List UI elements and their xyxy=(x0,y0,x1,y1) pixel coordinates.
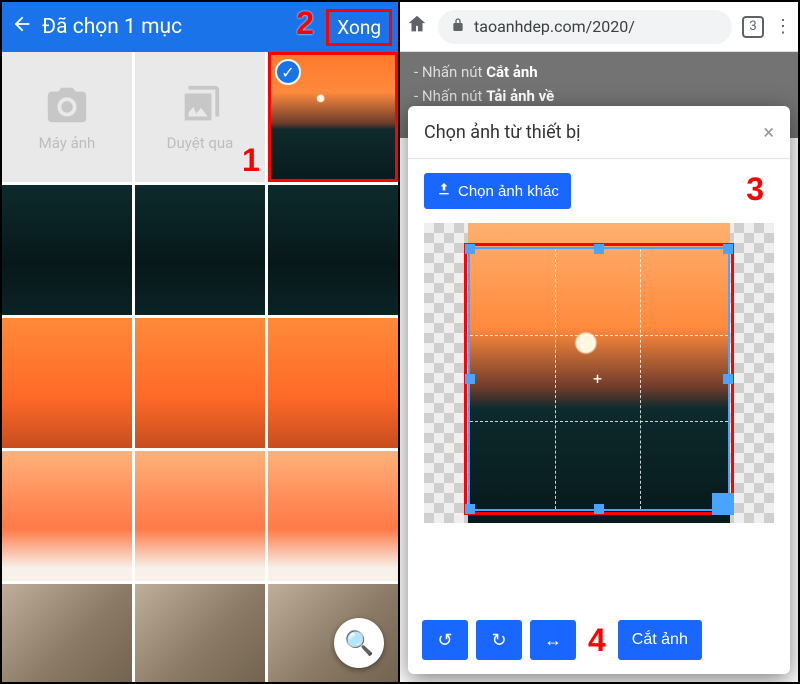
photo-thumb-selected[interactable]: ✓ xyxy=(268,52,398,182)
crop-handle[interactable] xyxy=(465,504,475,514)
bg-line: - Nhấn nút Cắt ảnh xyxy=(414,60,784,84)
crop-handle[interactable] xyxy=(465,374,475,384)
rotate-right-icon: ↻ xyxy=(491,630,506,651)
browse-label: Duyệt qua xyxy=(167,134,234,152)
lock-icon xyxy=(450,17,466,37)
magnifier-icon: 🔍 xyxy=(344,629,374,657)
photo-thumb[interactable] xyxy=(2,185,132,315)
menu-icon[interactable]: ⋮ xyxy=(774,16,792,37)
photo-thumb[interactable] xyxy=(135,185,265,315)
choose-other-label: Chọn ảnh khác xyxy=(458,183,559,200)
picker-header: Đã chọn 1 mục Xong xyxy=(2,2,398,52)
photo-grid: Máy ảnh Duyệt qua ✓ xyxy=(2,52,398,682)
back-icon[interactable] xyxy=(8,13,36,41)
crop-handle[interactable] xyxy=(723,374,733,384)
photo-thumb[interactable] xyxy=(135,318,265,448)
tab-count[interactable]: 3 xyxy=(742,16,764,38)
zoom-button[interactable]: 🔍 xyxy=(334,618,384,668)
done-button[interactable]: Xong xyxy=(326,9,392,46)
crop-handle[interactable] xyxy=(594,244,604,254)
modal-footer: ↺ ↻ ↔ 4 Cắt ảnh xyxy=(408,610,790,674)
annotation-step-4: 4 xyxy=(588,622,606,659)
flip-button[interactable]: ↔ xyxy=(530,620,576,660)
address-bar[interactable]: taoanhdep.com/2020/ xyxy=(438,10,732,44)
rotate-left-icon: ↺ xyxy=(437,630,452,651)
modal-title: Chọn ảnh từ thiết bị xyxy=(424,122,580,143)
crop-center-icon: + xyxy=(593,369,602,388)
camera-option[interactable]: Máy ảnh xyxy=(2,52,132,182)
modal-body: Chọn ảnh khác 3 xyxy=(408,159,790,610)
image-picker-screen: Đã chọn 1 mục Xong 2 Máy ảnh Duyệt qua ✓… xyxy=(2,2,400,682)
photo-thumb[interactable] xyxy=(135,584,265,682)
upload-icon xyxy=(436,181,452,201)
crop-handle[interactable] xyxy=(594,504,604,514)
bg-line: - Nhấn nút Tải ảnh về xyxy=(414,84,784,108)
photo-thumb[interactable] xyxy=(2,318,132,448)
rotate-right-button[interactable]: ↻ xyxy=(476,620,522,660)
crop-stage[interactable]: + xyxy=(424,223,774,523)
rotate-left-button[interactable]: ↺ xyxy=(422,620,468,660)
camera-label: Máy ảnh xyxy=(39,134,96,152)
annotation-step-3: 3 xyxy=(746,171,764,208)
photo-thumb[interactable] xyxy=(268,318,398,448)
browser-screen: taoanhdep.com/2020/ 3 ⋮ - Nhấn nút Cắt ả… xyxy=(400,2,798,682)
crop-handle[interactable] xyxy=(465,244,475,254)
modal-header: Chọn ảnh từ thiết bị × xyxy=(408,106,790,159)
crop-handle[interactable] xyxy=(712,493,734,515)
photo-thumb[interactable] xyxy=(135,451,265,581)
photo-thumb[interactable] xyxy=(268,185,398,315)
home-icon[interactable] xyxy=(406,13,428,40)
crop-selection[interactable]: + xyxy=(468,247,730,511)
photo-thumb[interactable] xyxy=(268,451,398,581)
browser-toolbar: taoanhdep.com/2020/ 3 ⋮ xyxy=(400,2,798,52)
flip-icon: ↔ xyxy=(544,630,562,651)
close-icon[interactable]: × xyxy=(763,120,774,144)
photo-thumb[interactable] xyxy=(2,451,132,581)
camera-icon xyxy=(44,82,90,128)
crop-button[interactable]: Cắt ảnh xyxy=(618,620,702,660)
browse-option[interactable]: Duyệt qua xyxy=(135,52,265,182)
crop-handle[interactable] xyxy=(723,244,733,254)
selected-check-icon: ✓ xyxy=(275,59,301,85)
gallery-icon xyxy=(177,82,223,128)
photo-thumb[interactable] xyxy=(2,584,132,682)
picker-title: Đã chọn 1 mục xyxy=(36,15,326,39)
choose-other-image-button[interactable]: Chọn ảnh khác xyxy=(424,173,571,209)
url-text: taoanhdep.com/2020/ xyxy=(474,17,635,36)
crop-modal: Chọn ảnh từ thiết bị × Chọn ảnh khác 3 xyxy=(408,106,790,674)
